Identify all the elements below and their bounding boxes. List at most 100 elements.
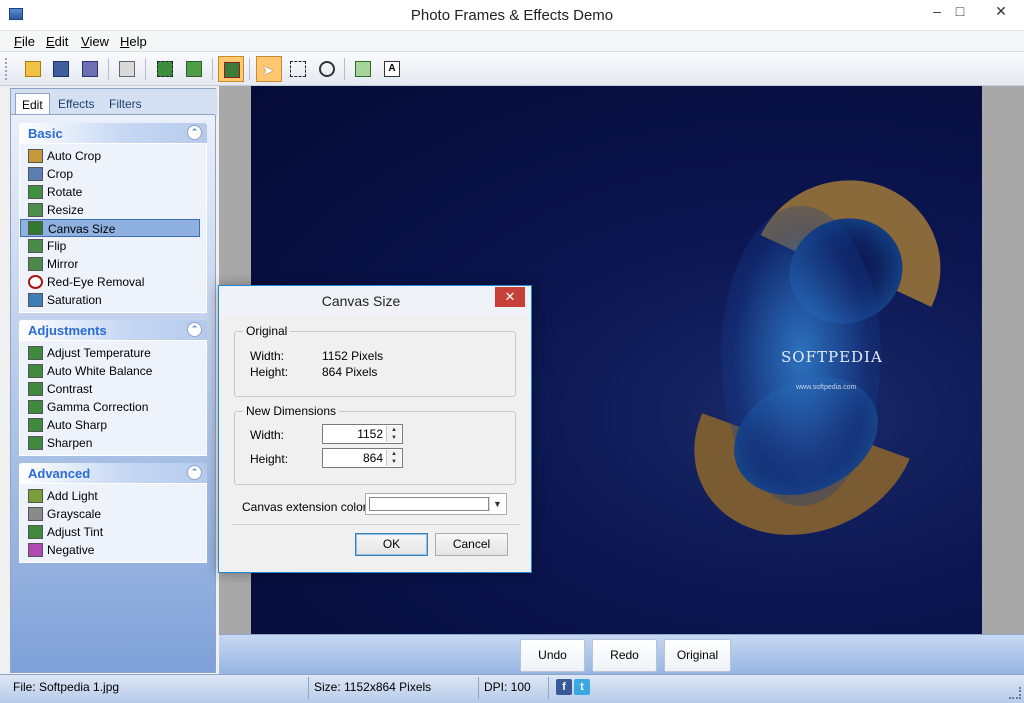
item-sharpen[interactable]: Sharpen xyxy=(20,434,206,452)
extension-color-label: Canvas extension color: xyxy=(242,500,371,514)
tab-edit[interactable]: Edit xyxy=(15,93,50,115)
twitter-icon[interactable]: t xyxy=(574,679,590,695)
white-balance-icon xyxy=(28,364,43,378)
item-auto-sharp[interactable]: Auto Sharp xyxy=(20,416,206,434)
item-label: Mirror xyxy=(47,257,79,271)
tint-icon xyxy=(28,525,43,539)
original-group: Original Width: 1152 Pixels Height: 864 … xyxy=(234,324,516,397)
crop-select-button[interactable] xyxy=(152,56,178,82)
spin-arrows-icon[interactable]: ▲ ▼ xyxy=(386,426,401,442)
group-basic-list: Auto Crop Crop Rotate Resize Canvas Size… xyxy=(19,143,207,313)
watermark-text: SOFTPEDIA xyxy=(781,348,883,366)
collapse-icon[interactable]: ⌃ xyxy=(187,465,202,480)
group-advanced-header[interactable]: Advanced ⌃ xyxy=(19,463,207,483)
item-gamma-correction[interactable]: Gamma Correction xyxy=(20,398,206,416)
item-canvas-size[interactable]: Canvas Size xyxy=(20,219,200,237)
tab-effects[interactable]: Effects xyxy=(52,93,100,115)
height-stepper[interactable]: 864 ▲ ▼ xyxy=(322,448,403,468)
item-resize[interactable]: Resize xyxy=(20,201,206,219)
undo-button[interactable]: Undo xyxy=(520,639,585,672)
item-label: Auto White Balance xyxy=(47,364,153,378)
chevron-down-icon[interactable]: ▼ xyxy=(489,495,505,513)
spin-arrows-icon[interactable]: ▲ ▼ xyxy=(386,450,401,466)
text-button[interactable]: A xyxy=(379,56,405,82)
ok-button[interactable]: OK xyxy=(355,533,428,556)
collapse-icon[interactable]: ⌃ xyxy=(187,125,202,140)
redo-button[interactable]: Redo xyxy=(592,639,657,672)
facebook-icon[interactable]: f xyxy=(556,679,572,695)
item-label: Red-Eye Removal xyxy=(47,275,145,289)
group-adjustments-header[interactable]: Adjustments ⌃ xyxy=(19,320,207,340)
group-adjustments-title: Adjustments xyxy=(28,323,107,338)
new-dimensions-legend: New Dimensions xyxy=(243,404,340,418)
toolbar: ➤ A xyxy=(0,52,1024,86)
cancel-button[interactable]: Cancel xyxy=(435,533,508,556)
pointer-icon: ➤ xyxy=(262,62,274,78)
copy-icon xyxy=(355,61,371,77)
menu-view[interactable]: View xyxy=(81,34,109,49)
color-swatch xyxy=(369,497,489,511)
status-bar: File: Softpedia 1.jpg Size: 1152x864 Pix… xyxy=(0,674,1024,703)
menu-help[interactable]: Help xyxy=(120,34,147,49)
item-grayscale[interactable]: Grayscale xyxy=(20,505,206,523)
collapse-icon[interactable]: ⌃ xyxy=(187,322,202,337)
menu-edit[interactable]: Edit xyxy=(46,34,68,49)
item-label: Sharpen xyxy=(47,436,93,450)
item-adjust-temperature[interactable]: Adjust Temperature xyxy=(20,344,206,362)
item-saturation[interactable]: Saturation xyxy=(20,291,206,309)
panel-body: Basic ⌃ Auto Crop Crop Rotate Resize Can… xyxy=(11,114,215,672)
item-contrast[interactable]: Contrast xyxy=(20,380,206,398)
frame-effects-button[interactable] xyxy=(218,56,244,82)
gamma-icon xyxy=(28,400,43,414)
save-as-icon xyxy=(82,61,98,77)
height-value: 864 xyxy=(362,451,383,465)
item-mirror[interactable]: Mirror xyxy=(20,255,206,273)
group-basic-header[interactable]: Basic ⌃ xyxy=(19,123,207,143)
save-as-button[interactable] xyxy=(77,56,103,82)
menu-file[interactable]: File xyxy=(14,34,35,49)
open-button[interactable] xyxy=(20,56,46,82)
toolbar-separator xyxy=(145,58,146,80)
rect-select-button[interactable] xyxy=(285,56,311,82)
zoom-button[interactable] xyxy=(314,56,340,82)
status-separator xyxy=(308,677,309,699)
resize-grip-icon[interactable] xyxy=(1009,687,1021,699)
copy-button[interactable] xyxy=(350,56,376,82)
original-width-value: 1152 Pixels xyxy=(322,349,384,363)
pointer-tool-button[interactable]: ➤ xyxy=(256,56,282,82)
item-auto-crop[interactable]: Auto Crop xyxy=(20,147,206,165)
tab-filters[interactable]: Filters xyxy=(103,93,148,115)
saturation-icon xyxy=(28,293,43,307)
item-negative[interactable]: Negative xyxy=(20,541,206,559)
resize-icon xyxy=(28,203,43,217)
item-rotate[interactable]: Rotate xyxy=(20,183,206,201)
status-size: Size: 1152x864 Pixels xyxy=(314,680,432,694)
original-width-label: Width: xyxy=(250,349,285,363)
red-eye-icon xyxy=(28,275,43,289)
close-button[interactable]: ✕ xyxy=(978,0,1024,24)
item-label: Flip xyxy=(47,239,67,253)
extension-color-select[interactable]: ▼ xyxy=(365,493,507,515)
frame-effects-icon xyxy=(224,62,240,78)
flip-icon xyxy=(28,239,43,253)
maximize-button[interactable]: □ xyxy=(943,0,977,24)
item-red-eye-removal[interactable]: Red-Eye Removal xyxy=(20,273,206,291)
print-button[interactable] xyxy=(114,56,140,82)
item-auto-white-balance[interactable]: Auto White Balance xyxy=(20,362,206,380)
add-image-button[interactable] xyxy=(181,56,207,82)
item-label: Grayscale xyxy=(47,507,102,521)
text-icon: A xyxy=(384,61,400,77)
original-button[interactable]: Original xyxy=(664,639,731,672)
item-flip[interactable]: Flip xyxy=(20,237,206,255)
group-adjustments-list: Adjust Temperature Auto White Balance Co… xyxy=(19,340,207,456)
item-crop[interactable]: Crop xyxy=(20,165,206,183)
width-stepper[interactable]: 1152 ▲ ▼ xyxy=(322,424,403,444)
item-label: Rotate xyxy=(47,185,83,199)
original-height-label: Height: xyxy=(250,365,289,379)
save-button[interactable] xyxy=(48,56,74,82)
item-add-light[interactable]: Add Light xyxy=(20,487,206,505)
item-label: Adjust Tint xyxy=(47,525,104,539)
item-adjust-tint[interactable]: Adjust Tint xyxy=(20,523,206,541)
rect-select-icon xyxy=(290,61,306,77)
dialog-close-button[interactable]: ✕ xyxy=(495,287,525,307)
